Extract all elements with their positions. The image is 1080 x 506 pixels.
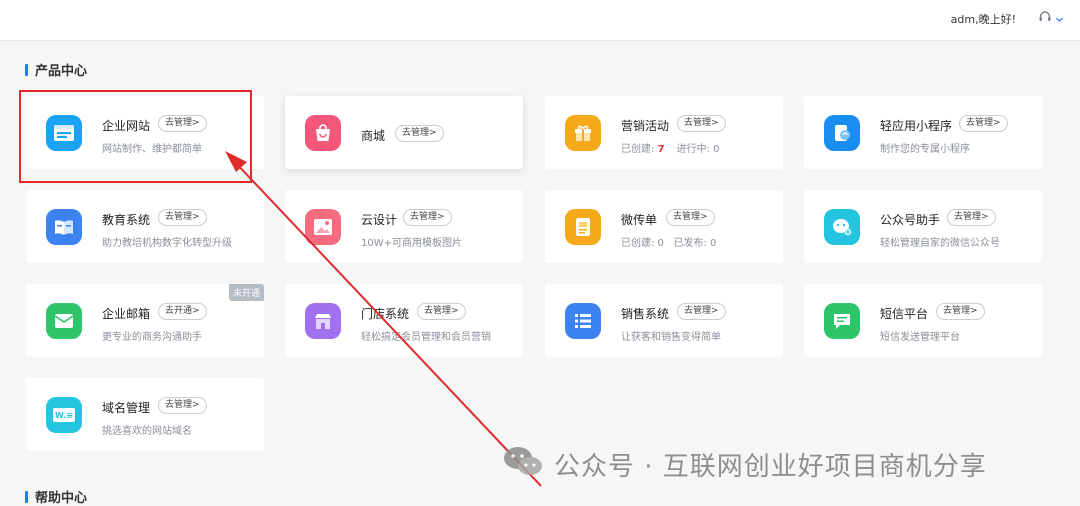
user-greeting[interactable]: adm,晚上好! [951,11,1016,27]
manage-button[interactable]: 去管理> [158,209,207,226]
card-desc: 轻松搞定会员管理和会员营销 [361,332,491,343]
sms-icon [824,303,860,339]
product-card-sales[interactable]: 销售系统 去管理> 让获客和销售变得简单 [545,284,783,357]
card-name: 商城 [361,129,386,143]
product-card-education[interactable]: 教育系统 去管理> 助力教培机构数字化转型升级 [26,190,264,263]
headset-icon [1038,9,1052,28]
card-desc: 制作您的专属小程序 [880,144,970,155]
wechat-official-icon [824,209,860,245]
card-desc: 已创建: 0 已发布: 0 [621,238,717,249]
domain-icon-text: W.≡ [55,410,73,420]
manage-button[interactable]: 去管理> [395,125,444,142]
section-marker [25,490,28,503]
wechat-logo-icon [502,444,544,485]
product-card-flyer[interactable]: 微传单 去管理> 已创建: 0 已发布: 0 [545,190,783,263]
section-title-text: 产品中心 [35,64,88,79]
manage-button[interactable]: 去管理> [666,209,715,226]
watermark: 公众号 · 互联网创业好项目商机分享 [502,444,987,485]
card-name: 云设计 [361,213,398,227]
card-name: 轻应用小程序 [880,119,953,133]
card-desc: 让获客和销售变得简单 [621,332,721,343]
section-title-product-center: 产品中心 [25,60,87,79]
flyer-icon [565,209,601,245]
card-desc: 短信发送管理平台 [880,332,960,343]
card-name: 域名管理 [102,401,151,415]
card-name: 公众号助手 [880,213,941,227]
manage-button[interactable]: 去管理> [677,115,726,132]
activate-button[interactable]: 去开通> [158,303,207,320]
product-card-cloud-design[interactable]: 云设计 去管理> 10W+可商用模板图片 [285,190,523,263]
annotation-highlight-box [19,90,252,183]
top-bar: adm,晚上好! [0,0,1080,41]
chevron-down-icon [1055,9,1064,28]
section-title-text: 帮助中心 [35,491,88,506]
card-name: 企业邮箱 [102,307,151,321]
watermark-text: 公众号 · 互联网创业好项目商机分享 [554,452,987,482]
product-card-mall[interactable]: 商城 去管理> [285,96,523,169]
domain-icon: W.≡ [46,397,82,433]
miniprogram-icon [824,115,860,151]
product-card-marketing[interactable]: 营销活动 去管理> 已创建: 7 进行中: 0 [545,96,783,169]
card-desc: 助力教培机构数字化转型升级 [102,238,232,249]
image-icon [305,209,341,245]
product-card-mail[interactable]: 未开通 企业邮箱 去开通> 更专业的商务沟通助手 [26,284,264,357]
gift-icon [565,115,601,151]
mall-bag-icon [305,115,341,151]
manage-button[interactable]: 去管理> [959,115,1008,132]
card-desc: 更专业的商务沟通助手 [102,332,202,343]
mail-icon [46,303,82,339]
card-name: 门店系统 [361,307,410,321]
card-name: 微传单 [621,213,658,227]
product-card-official-account[interactable]: 公众号助手 去管理> 轻松管理自家的微信公众号 [804,190,1042,263]
product-card-store[interactable]: 门店系统 去管理> 轻松搞定会员管理和会员营销 [285,284,523,357]
card-desc: 轻松管理自家的微信公众号 [880,238,1000,249]
store-icon [305,303,341,339]
manage-button[interactable]: 去管理> [403,209,452,226]
manage-button[interactable]: 去管理> [677,303,726,320]
product-card-sms[interactable]: 短信平台 去管理> 短信发送管理平台 [804,284,1042,357]
product-card-domain[interactable]: W.≡ 域名管理 去管理> 挑选喜欢的网站域名 [26,378,264,451]
section-title-help-center: 帮助中心 [25,487,87,506]
book-icon [46,209,82,245]
card-desc: 挑选喜欢的网站域名 [102,426,192,437]
card-desc: 已创建: 7 进行中: 0 [621,144,720,155]
card-name: 短信平台 [880,307,929,321]
card-name: 营销活动 [621,119,670,133]
support-dropdown[interactable] [1038,9,1064,28]
manage-button[interactable]: 去管理> [417,303,466,320]
card-desc: 10W+可商用模板图片 [361,238,462,249]
card-name: 教育系统 [102,213,151,227]
manage-button[interactable]: 去管理> [158,397,207,414]
card-name: 销售系统 [621,307,670,321]
product-card-miniprogram[interactable]: 轻应用小程序 去管理> 制作您的专属小程序 [804,96,1042,169]
list-icon [565,303,601,339]
not-activated-badge: 未开通 [228,284,264,301]
manage-button[interactable]: 去管理> [936,303,985,320]
section-marker [25,63,28,76]
manage-button[interactable]: 去管理> [947,209,996,226]
